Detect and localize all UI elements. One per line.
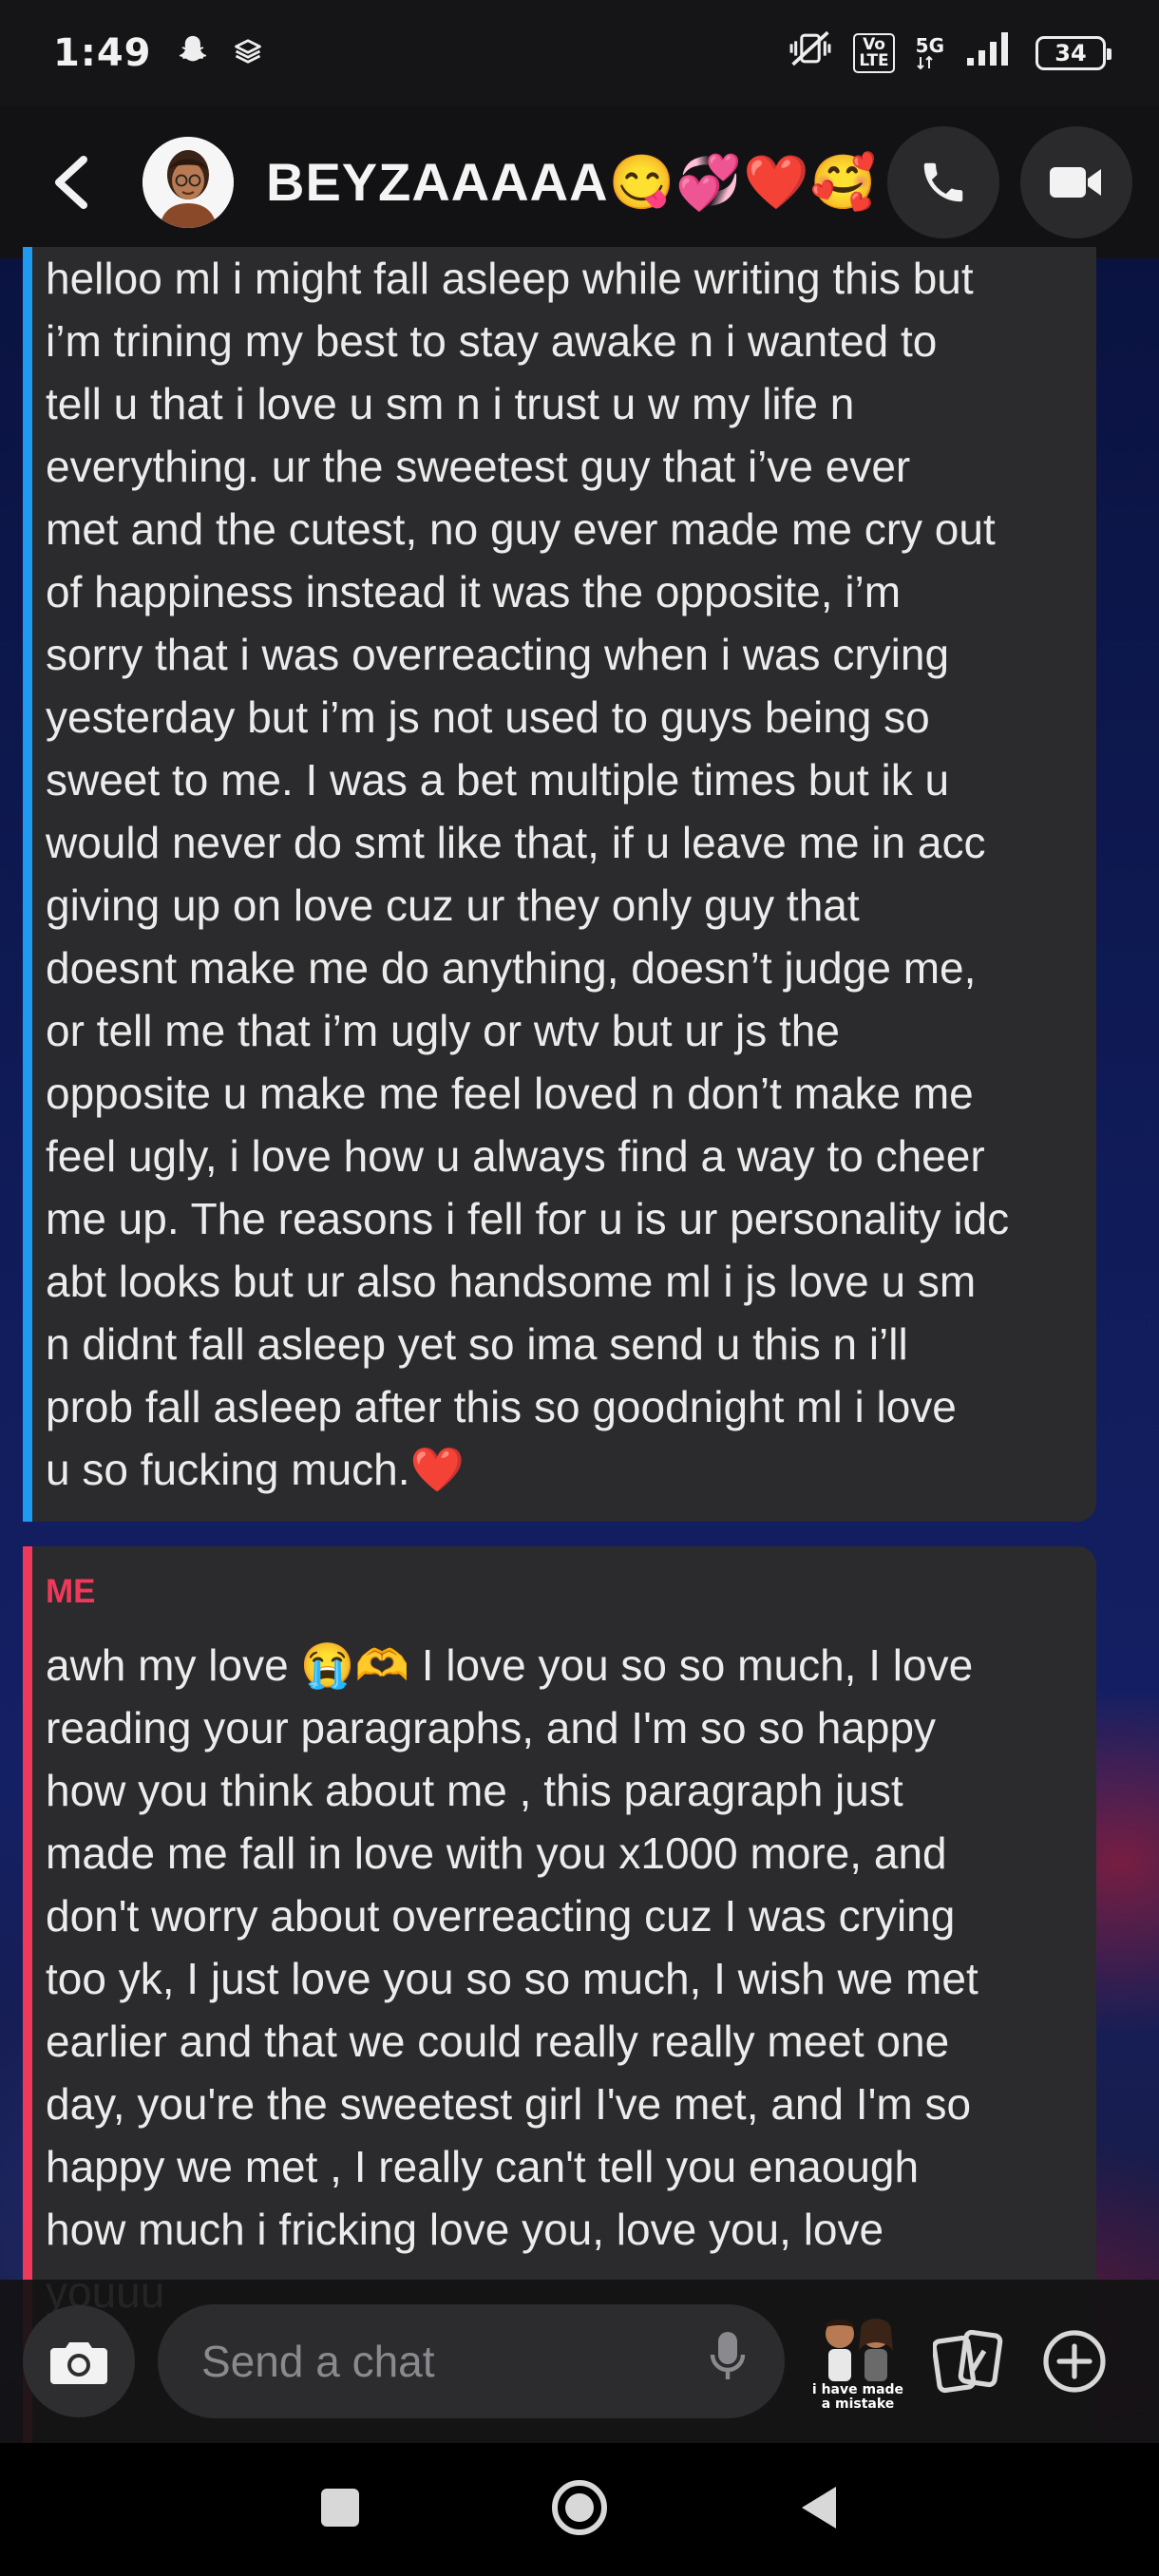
contact-avatar[interactable] (142, 137, 234, 228)
camera-icon (50, 2342, 107, 2384)
battery-indicator: 34 (1036, 36, 1112, 70)
stickers-button[interactable] (925, 2314, 1011, 2409)
video-camera-icon (1050, 167, 1101, 198)
bitmoji-sticker-button[interactable]: i have made a mistake (806, 2309, 910, 2414)
system-navigation-bar (0, 2443, 1159, 2576)
chevron-left-icon (55, 156, 87, 209)
camera-button[interactable] (23, 2305, 135, 2417)
network-indicator: 5G (916, 36, 944, 70)
layers-icon (234, 31, 262, 75)
signal-strength-icon (965, 29, 1015, 77)
message-bubble-received[interactable]: helloo ml i might fall asleep while writ… (23, 247, 1096, 1522)
triangle-back-icon (802, 2487, 836, 2529)
message-text: helloo ml i might fall asleep while writ… (46, 254, 1010, 1494)
bitmoji-caption: i have made a mistake (811, 2382, 904, 2412)
back-nav-button[interactable] (798, 2484, 840, 2535)
chat-text-input[interactable]: Send a chat (158, 2304, 785, 2418)
sticker-cards-icon (933, 2329, 1003, 2394)
chat-input-bar: Send a chat i have made a mistake (0, 2280, 1159, 2443)
status-bar: 1:49 Vo LTE 5G 34 (0, 0, 1159, 106)
message-text: awh my love 😭🫶 I love you so so much, I … (46, 1640, 978, 2317)
home-button[interactable] (551, 2479, 608, 2540)
plus-circle-icon (1043, 2330, 1106, 2393)
battery-level: 34 (1054, 40, 1087, 66)
sender-label: ME (46, 1573, 96, 1610)
sender-color-bar (23, 247, 32, 1522)
chat-placeholder: Send a chat (201, 2337, 435, 2386)
contact-name[interactable]: BEYZAAAAA😋💞❤️🥰 (266, 151, 877, 214)
network-type: 5G (915, 34, 944, 57)
back-button[interactable] (42, 154, 99, 211)
phone-icon (923, 162, 963, 202)
snapchat-chat-screen: 1:49 Vo LTE 5G 34 BEYZAAAAA😋💞❤️🥰 helloo … (0, 0, 1159, 2576)
square-icon (321, 2489, 359, 2527)
video-call-button[interactable] (1020, 126, 1132, 238)
bitmoji-sticker-icon (825, 2319, 893, 2381)
status-time: 1:49 (53, 31, 152, 75)
home-circle-icon (552, 2480, 607, 2535)
snapchat-ghost-icon (177, 31, 209, 75)
voice-call-button[interactable] (887, 126, 999, 238)
microphone-icon[interactable] (709, 2330, 747, 2394)
recents-button[interactable] (319, 2487, 361, 2532)
mute-vibrate-icon (788, 29, 832, 77)
plus-button[interactable] (1032, 2314, 1117, 2409)
chat-header: BEYZAAAAA😋💞❤️🥰 (0, 106, 1159, 258)
volte-badge: Vo LTE (853, 33, 895, 73)
